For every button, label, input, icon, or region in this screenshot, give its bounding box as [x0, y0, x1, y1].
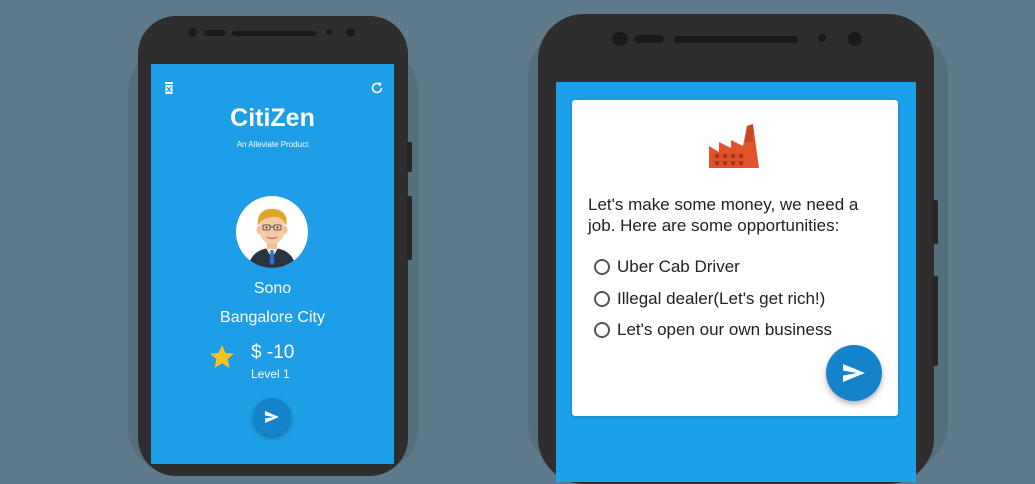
- phone-side-button: [932, 276, 938, 366]
- option-label: Uber Cab Driver: [617, 257, 740, 276]
- option-label: Let's open our own business: [617, 320, 832, 339]
- app-subtitle: An Alleviate Product: [236, 140, 309, 149]
- businessman-avatar-icon: [248, 208, 296, 268]
- option-open-business[interactable]: Let's open our own business: [594, 318, 832, 342]
- phone-speaker: [232, 31, 316, 36]
- phone-sensor: [818, 34, 826, 42]
- send-button[interactable]: [253, 398, 291, 436]
- phone-sensor: [188, 28, 197, 37]
- phone-speaker: [204, 30, 226, 36]
- player-profile-screen: CitiZen An Alleviate Product Sono Bangal…: [151, 64, 394, 464]
- star-icon: [209, 344, 235, 370]
- option-illegal-dealer[interactable]: Illegal dealer(Let's get rich!): [594, 287, 825, 311]
- phone-camera: [848, 32, 862, 46]
- phone-side-button: [932, 200, 938, 244]
- radio-button[interactable]: [594, 291, 610, 307]
- phone-sensor: [612, 32, 628, 46]
- level-label: Level 1: [251, 367, 290, 381]
- phone-camera: [346, 28, 355, 37]
- send-icon: [843, 364, 865, 382]
- question-text: Let's make some money, we need a job. He…: [588, 195, 859, 235]
- radio-button[interactable]: [594, 322, 610, 338]
- app-title: CitiZen: [230, 104, 315, 132]
- job-choice-screen: Let's make some money, we need a job. He…: [556, 82, 916, 482]
- avatar: [236, 196, 308, 268]
- option-label: Illegal dealer(Let's get rich!): [617, 289, 826, 308]
- money-amount: $ -10: [251, 342, 295, 363]
- player-name: Sono: [253, 280, 292, 297]
- radio-button[interactable]: [594, 259, 610, 275]
- phone-speaker: [634, 35, 664, 43]
- trash-icon[interactable]: [162, 81, 176, 95]
- phone-side-button: [406, 142, 412, 172]
- send-button[interactable]: [826, 345, 882, 401]
- city-name: Bangalore City: [220, 309, 325, 326]
- refresh-icon[interactable]: [370, 81, 384, 95]
- phone-side-button: [406, 196, 412, 260]
- option-uber-cab-driver[interactable]: Uber Cab Driver: [594, 255, 740, 279]
- left-phone: CitiZen An Alleviate Product Sono Bangal…: [138, 16, 412, 476]
- send-icon: [265, 411, 279, 423]
- right-phone: Let's make some money, we need a job. He…: [538, 14, 938, 484]
- phone-sensor: [326, 29, 332, 35]
- question-card: Let's make some money, we need a job. He…: [572, 100, 898, 416]
- factory-icon: [709, 122, 761, 170]
- phone-speaker: [674, 36, 798, 43]
